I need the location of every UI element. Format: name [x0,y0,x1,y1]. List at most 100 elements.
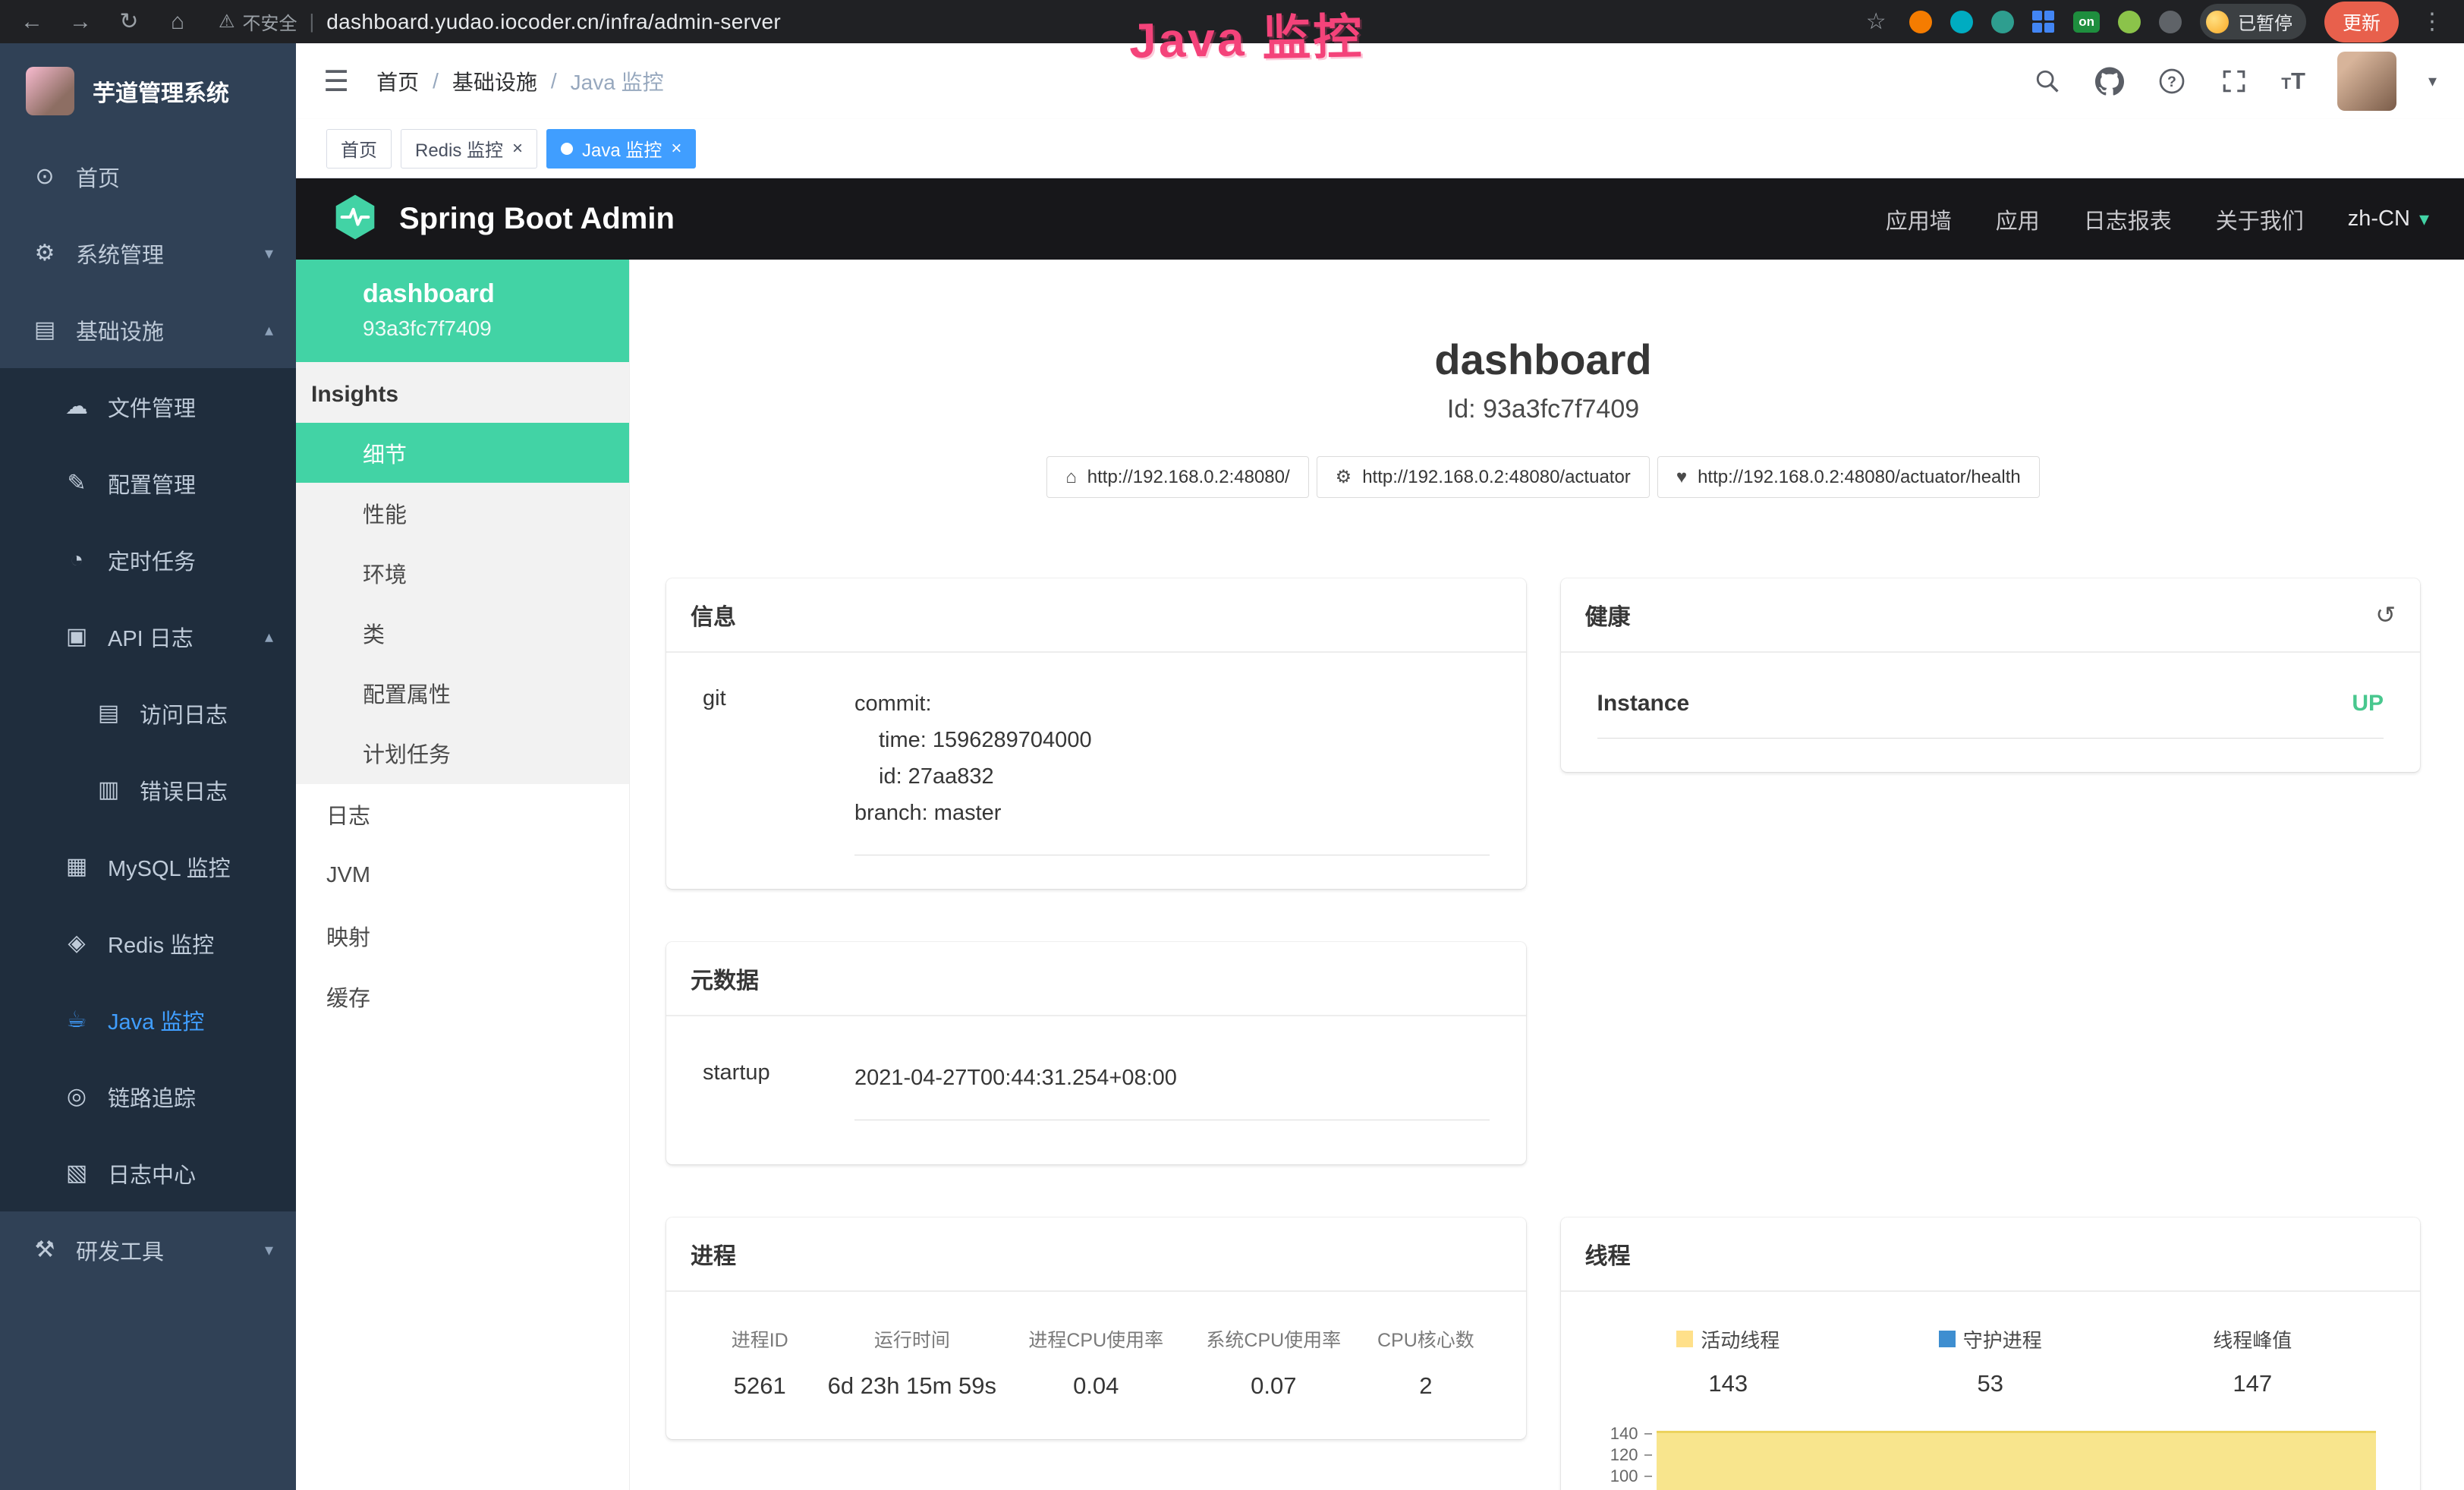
breadcrumb-separator: / [433,69,439,93]
legend-live-threads: 活动线程 [1597,1325,1860,1353]
chip-icon: ▦ [62,853,91,880]
user-menu-caret-icon[interactable]: ▾ [2428,71,2437,91]
navbar-actions: ? TT ▾ [2032,52,2437,111]
process-col-header: 进程CPU使用率 [1007,1325,1185,1353]
sidebar-item-system-management[interactable]: ⚙ 系统管理 ▾ [0,215,296,291]
tab-java-monitor[interactable]: Java 监控 × [546,129,696,169]
sidebar-item-config-management[interactable]: ✎ 配置管理 [0,445,296,521]
sba-menu-metrics[interactable]: 性能 [296,483,629,543]
legend-label: 线程峰值 [2213,1325,2292,1353]
breadcrumb-home[interactable]: 首页 [376,66,419,96]
sidebar-item-infrastructure[interactable]: ▤ 基础设施 ▴ [0,291,296,368]
sba-menu-config-props[interactable]: 配置属性 [296,663,629,723]
sidebar-item-redis-monitor[interactable]: ◈ Redis 监控 [0,905,296,981]
health-card-body: Instance UP [1561,653,2421,772]
security-label: 不安全 [243,8,297,35]
sidebar-item-mysql-monitor[interactable]: ▦ MySQL 监控 [0,828,296,905]
security-warning[interactable]: ⚠ 不安全 [219,8,297,35]
metadata-card-body: startup 2021-04-27T00:44:31.254+08:00 [666,1016,1526,1164]
tab-home[interactable]: 首页 [326,129,392,169]
font-size-icon[interactable]: TT [2281,68,2305,95]
sba-menu-classes[interactable]: 类 [296,603,629,663]
sba-nav-about[interactable]: 关于我们 [2216,203,2304,235]
sba-menu-mappings[interactable]: 映射 [296,906,629,966]
sba-nav-wallboard[interactable]: 应用墙 [1886,203,1952,235]
search-icon[interactable] [2032,66,2063,96]
fullscreen-icon[interactable] [2219,66,2249,96]
metadata-value: 2021-04-27T00:44:31.254+08:00 [854,1060,1490,1120]
bookmark-star-icon[interactable]: ☆ [1861,11,1891,33]
github-icon[interactable] [2094,66,2125,96]
health-row[interactable]: Instance UP [1597,691,2384,739]
tab-redis-monitor[interactable]: Redis 监控 × [401,129,537,169]
threads-card-body: 活动线程 守护进程 线程峰值 143 53 [1561,1292,2421,1490]
sba-menu-environment[interactable]: 环境 [296,543,629,603]
sidebar-item-label: 基础设施 [76,314,164,346]
sba-nav: 应用墙 应用 日志报表 关于我们 zh-CN ▾ [1886,203,2429,235]
sidebar-item-access-logs[interactable]: ▤ 访问日志 [0,675,296,751]
sidebar-item-api-logs[interactable]: ▣ API 日志 ▴ [0,598,296,675]
profile-paused-chip[interactable]: 已暂停 [2200,4,2306,39]
info-card: 信息 git commit: time: 1596289704000 id: 2… [666,578,1526,888]
sba-locale-select[interactable]: zh-CN ▾ [2348,206,2429,232]
sba-instance-block[interactable]: dashboard 93a3fc7f7409 [296,260,629,362]
sidebar-item-scheduled-tasks[interactable]: ◔ 定时任务 [0,521,296,598]
process-col-header: 系统CPU使用率 [1185,1325,1362,1353]
close-icon[interactable]: × [671,138,681,159]
sba-menu-logs[interactable]: 日志 [296,784,629,845]
extension-icon-teal[interactable] [1950,11,1973,33]
cloud-icon: ☁ [62,393,91,420]
sidebar-item-dev-tools[interactable]: ⚒ 研发工具 ▾ [0,1211,296,1288]
sba-menu-scheduled-tasks[interactable]: 计划任务 [296,723,629,783]
history-icon[interactable]: ↺ [2375,600,2396,629]
sba-brand[interactable]: Spring Boot Admin [399,202,675,236]
link-service-url[interactable]: ⌂ http://192.168.0.2:48080/ [1046,456,1308,498]
sidebar-item-error-logs[interactable]: ▥ 错误日志 [0,751,296,828]
health-heart-icon: ♥ [1676,467,1687,488]
document-icon: ▣ [62,623,91,650]
peak-threads-value: 147 [2122,1370,2384,1397]
extension-icon-grid[interactable] [2032,11,2055,33]
sidebar-item-file-management[interactable]: ☁ 文件管理 [0,368,296,445]
app-logo[interactable]: 芋道管理系统 [0,43,296,138]
chrome-update-button[interactable]: 更新 [2324,2,2399,43]
hamburger-icon[interactable]: ☰ [323,65,349,99]
url-text[interactable]: dashboard.yudao.iocoder.cn/infra/admin-s… [326,10,781,34]
reload-icon[interactable]: ↻ [114,11,144,33]
extension-icon-orange[interactable] [1909,11,1932,33]
sba-menu-details[interactable]: 细节 [296,423,629,483]
extension-icon-green[interactable] [1991,11,2014,33]
edit-icon: ✎ [62,470,91,496]
sba-nav-applications[interactable]: 应用 [1996,203,2040,235]
user-avatar[interactable] [2337,52,2396,111]
sidebar-item-home[interactable]: ⊙ 首页 [0,138,296,215]
link-actuator-url[interactable]: ⚙ http://192.168.0.2:48080/actuator [1317,456,1650,498]
extension-on-badge[interactable]: on [2073,11,2100,33]
sidebar-item-java-monitor[interactable]: ☕ Java 监控 [0,981,296,1058]
close-icon[interactable]: × [512,138,523,159]
breadcrumb-infrastructure[interactable]: 基础设施 [452,66,537,96]
breadcrumb-current: Java 监控 [571,66,664,96]
sba-nav-journal[interactable]: 日志报表 [2084,203,2172,235]
chrome-menu-icon[interactable]: ⋮ [2417,11,2447,33]
health-instance-label: Instance [1597,691,1690,717]
extension-icon-leaf[interactable] [2118,11,2141,33]
forward-icon[interactable]: → [65,11,96,33]
link-health-url[interactable]: ♥ http://192.168.0.2:48080/actuator/heal… [1657,456,2040,498]
app-logo-image [26,67,74,115]
back-icon[interactable]: ← [17,11,47,33]
chevron-down-icon: ▾ [2419,207,2429,231]
sba-menu-jvm[interactable]: JVM [296,845,629,906]
sidebar-item-log-center[interactable]: ▧ 日志中心 [0,1135,296,1211]
home-icon[interactable]: ⌂ [162,11,193,33]
extension-icon-dark[interactable] [2159,11,2182,33]
paused-label: 已暂停 [2238,8,2292,35]
tab-label: 首页 [341,135,377,162]
metadata-card-header: 元数据 [666,942,1526,1016]
sba-menu-caches[interactable]: 缓存 [296,966,629,1027]
help-icon[interactable]: ? [2157,66,2187,96]
sidebar-item-tracing[interactable]: ◎ 链路追踪 [0,1058,296,1135]
sba-content: dashboard Id: 93a3fc7f7409 ⌂ http://192.… [630,260,2464,1490]
address-bar[interactable]: ⚠ 不安全 | dashboard.yudao.iocoder.cn/infra… [219,8,781,35]
git-id-line: id: 27aa832 [854,759,1490,795]
